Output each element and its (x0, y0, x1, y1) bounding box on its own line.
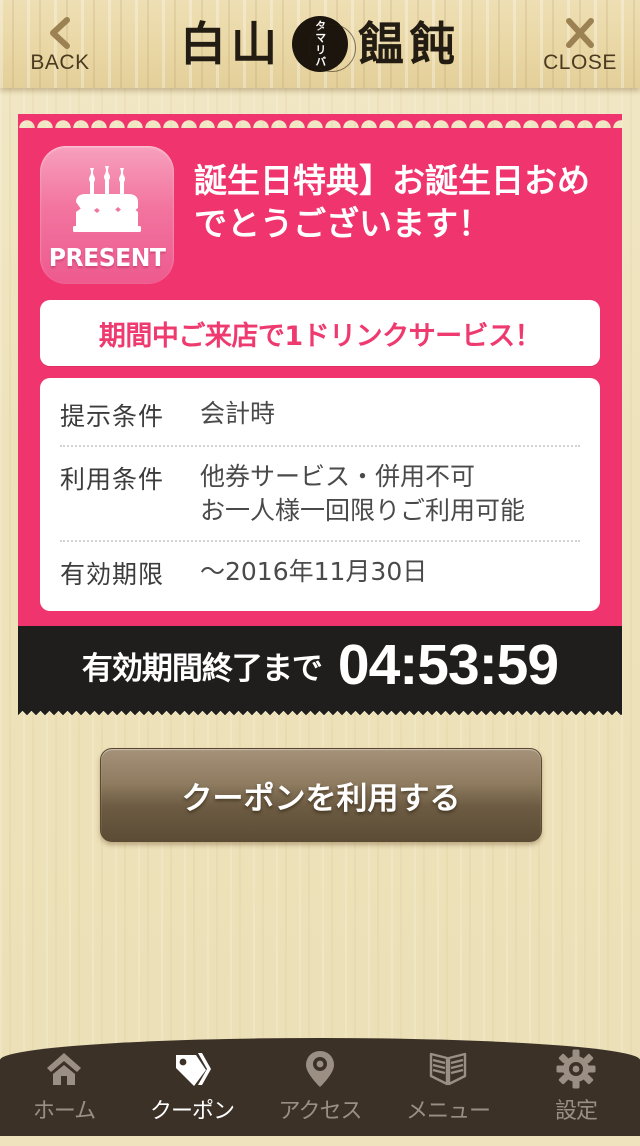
tab-settings[interactable]: 設定 (512, 1038, 640, 1146)
map-pin-icon (303, 1048, 337, 1090)
tab-menu[interactable]: メニュー (384, 1038, 512, 1146)
app-header: BACK 白山 タマリバ 饂飩 CLOSE (0, 0, 640, 88)
app-background: BACK 白山 タマリバ 饂飩 CLOSE PRESENT 誕生日特典】お誕生日… (0, 0, 640, 1136)
detail-value: 会計時 (200, 399, 276, 428)
close-button[interactable]: CLOSE (522, 12, 638, 78)
tab-label: メニュー (405, 1099, 491, 1124)
table-row: 利用条件 他券サービス・併用不可 お一人様一回限りご利用可能 (60, 447, 580, 542)
use-coupon-button[interactable]: クーポンを利用する (100, 748, 542, 842)
tab-label: 設定 (554, 1099, 598, 1124)
tag-icon (170, 1048, 214, 1090)
bottom-tab-bar: ホーム クーポン アクセス メニュー 設定 (0, 1038, 640, 1136)
countdown-timer: 04:53:59 (337, 632, 559, 697)
countdown-content: 有効期間終了まで 04:53:59 (18, 626, 622, 704)
back-button[interactable]: BACK (2, 12, 118, 78)
coupon-headline-banner: 期間中ご来店で1ドリンクサービス！ (40, 300, 600, 366)
coupon-header-row: PRESENT 誕生日特典】お誕生日おめでとうございます！ (40, 128, 600, 284)
detail-value: 他券サービス・併用不可 お一人様一回限りご利用可能 (200, 462, 526, 525)
countdown-label: 有効期間終了まで (81, 650, 323, 687)
present-word: PRESENT (48, 243, 166, 272)
detail-value: ～2016年11月30日 (200, 556, 428, 586)
tab-label: アクセス (278, 1099, 363, 1124)
tab-access[interactable]: アクセス (256, 1038, 384, 1146)
title-left: 白山 (180, 17, 282, 71)
coupon-body: PRESENT 誕生日特典】お誕生日おめでとうございます！ 期間中ご来店で1ドリ… (18, 128, 622, 627)
brand-logo-seal: タマリバ (292, 16, 356, 72)
tab-home[interactable]: ホーム (0, 1038, 128, 1146)
close-label: CLOSE (543, 50, 617, 74)
tab-label: ホーム (32, 1099, 96, 1124)
book-icon (427, 1048, 469, 1090)
detail-label: 利用条件 (60, 465, 165, 494)
coupon-headline-text: 期間中ご来店で1ドリンクサービス！ (98, 320, 542, 352)
coupon-title: 誕生日特典】お誕生日おめでとうございます！ (194, 161, 590, 243)
home-icon (44, 1048, 84, 1090)
coupon-details-table: 提示条件 会計時 利用条件 他券サービス・併用不可 お一人様一回限りご利用可能 有… (40, 378, 600, 611)
card-scallop-top (18, 114, 622, 128)
countdown-zigzag-bottom (18, 704, 622, 718)
chevron-left-icon (47, 16, 73, 50)
detail-label: 提示条件 (60, 402, 165, 431)
coupon-card: PRESENT 誕生日特典】お誕生日おめでとうございます！ 期間中ご来店で1ドリ… (18, 114, 622, 627)
gear-icon (556, 1048, 596, 1090)
brand-seal-text: タマリバ (313, 20, 327, 68)
table-row: 有効期限 ～2016年11月30日 (60, 542, 580, 603)
close-icon (564, 16, 596, 50)
tab-coupon[interactable]: クーポン (128, 1038, 256, 1146)
use-coupon-label: クーポンを利用する (181, 780, 461, 817)
detail-label: 有効期限 (60, 559, 165, 589)
title-right: 饂飩 (358, 17, 460, 71)
birthday-cake-icon: PRESENT (40, 146, 174, 284)
back-label: BACK (30, 50, 90, 74)
tab-label: クーポン (149, 1099, 235, 1124)
countdown-bar: 有効期間終了まで 04:53:59 (18, 626, 622, 718)
table-row: 提示条件 会計時 (60, 384, 580, 447)
